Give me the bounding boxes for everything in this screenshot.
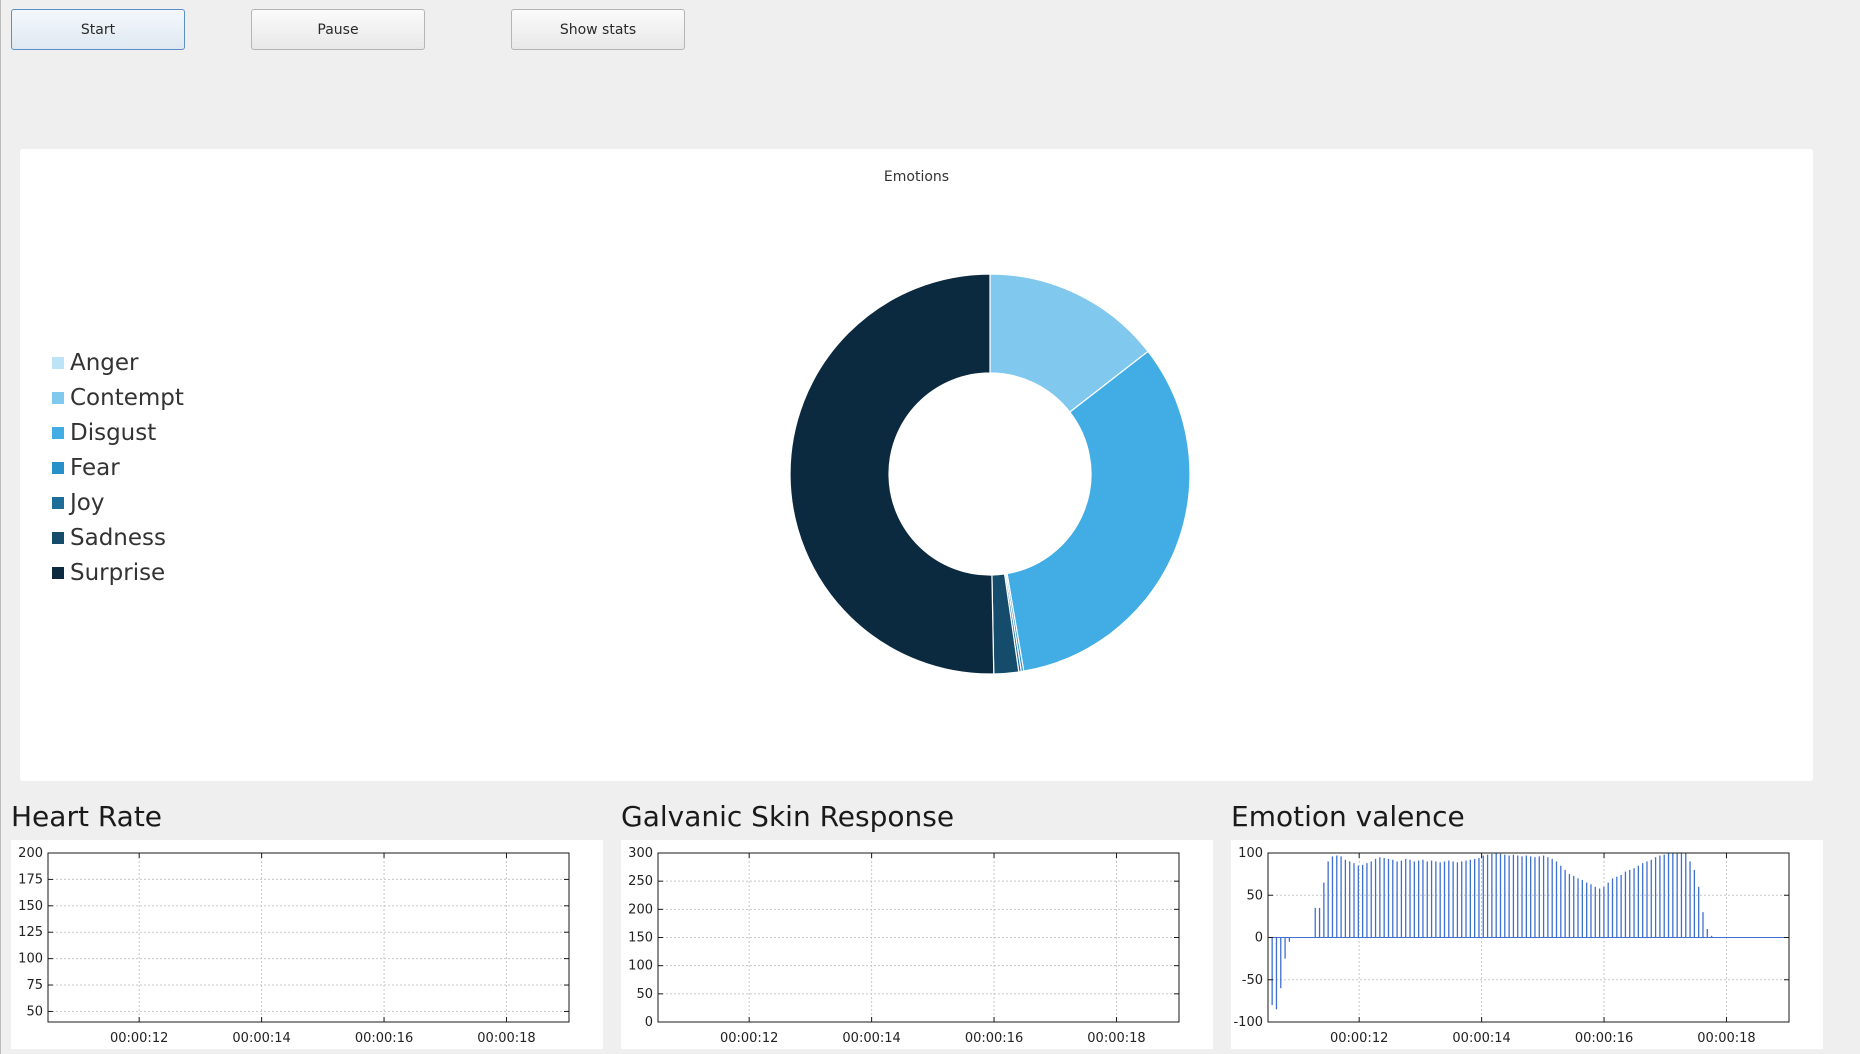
x-tick-label: 00:00:12 <box>110 1031 168 1046</box>
y-tick-label: 50 <box>636 987 653 1002</box>
x-tick-label: 00:00:16 <box>1575 1031 1633 1046</box>
y-tick-label: 50 <box>1246 888 1263 903</box>
valence-bars <box>1271 853 1713 1010</box>
y-tick-label: 175 <box>18 872 43 887</box>
valence-chart: 100 50 0 -50 -100 00:00:12 00:00:14 00:00:16 00:… <box>1233 846 1790 1046</box>
y-tick-label: 100 <box>628 959 653 974</box>
gsr-title: Galvanic Skin Response <box>621 800 955 833</box>
pie-slice-surprise <box>789 273 995 675</box>
y-tick-label: 125 <box>18 925 43 940</box>
y-tick-label: 200 <box>18 846 43 861</box>
gsr-chart-panel: 300 250 200 150 100 50 0 00:00:12 00:00:14 00:00:… <box>621 840 1213 1049</box>
x-tick-label: 00:00:18 <box>1087 1031 1145 1046</box>
y-tick-label: 150 <box>18 899 43 914</box>
hr-svg-grid <box>48 853 569 1022</box>
y-tick-label: 100 <box>18 952 43 967</box>
y-tick-label: 50 <box>26 1004 43 1019</box>
x-tick-label: 00:00:14 <box>232 1031 290 1046</box>
plot-area-frame <box>47 852 570 1023</box>
y-tick-label: 75 <box>26 978 43 993</box>
valence-title: Emotion valence <box>1231 800 1465 833</box>
gsr-chart: 300 250 200 150 100 50 0 00:00:12 00:00:14 00:00:… <box>628 846 1180 1046</box>
y-tick-label: 200 <box>628 902 653 917</box>
y-tick-label: 0 <box>1255 931 1263 946</box>
heart-rate-chart-panel: 200 175 150 125 100 75 50 00:00:12 00:00:14 00:00… <box>11 840 603 1049</box>
x-tick-label: 00:00:16 <box>965 1031 1023 1046</box>
valence-chart-panel: 100 50 0 -50 -100 00:00:12 00:00:14 00:00:16 00:… <box>1231 840 1823 1049</box>
heart-rate-chart: 200 175 150 125 100 75 50 00:00:12 00:00:14 00:00… <box>18 846 570 1046</box>
show-stats-button[interactable]: Show stats <box>511 9 685 50</box>
heart-rate-title: Heart Rate <box>11 800 163 833</box>
x-tick-label: 00:00:18 <box>1697 1031 1755 1046</box>
y-tick-label: -100 <box>1233 1015 1263 1030</box>
gsr-svg-grid <box>658 853 1179 1022</box>
pie-slice-disgust <box>1006 350 1191 672</box>
x-tick-label: 00:00:12 <box>1330 1031 1388 1046</box>
x-tick-label: 00:00:14 <box>1452 1031 1510 1046</box>
y-tick-label: -50 <box>1242 973 1263 988</box>
x-tick-label: 00:00:16 <box>355 1031 413 1046</box>
x-tick-label: 00:00:12 <box>720 1031 778 1046</box>
x-tick-label: 00:00:18 <box>477 1031 535 1046</box>
y-tick-label: 100 <box>1238 846 1263 861</box>
emotions-donut-chart <box>789 273 1191 675</box>
y-tick-label: 0 <box>645 1015 653 1030</box>
y-tick-label: 250 <box>628 874 653 889</box>
y-tick-label: 300 <box>628 846 653 861</box>
emotions-chart-panel: Emotions Anger Contempt Disgust Fear Joy… <box>20 149 1813 781</box>
pause-button[interactable]: Pause <box>251 9 425 50</box>
x-tick-label: 00:00:14 <box>842 1031 900 1046</box>
window-left-border <box>0 0 1 1054</box>
y-tick-label: 150 <box>628 931 653 946</box>
start-button[interactable]: Start <box>11 9 185 50</box>
